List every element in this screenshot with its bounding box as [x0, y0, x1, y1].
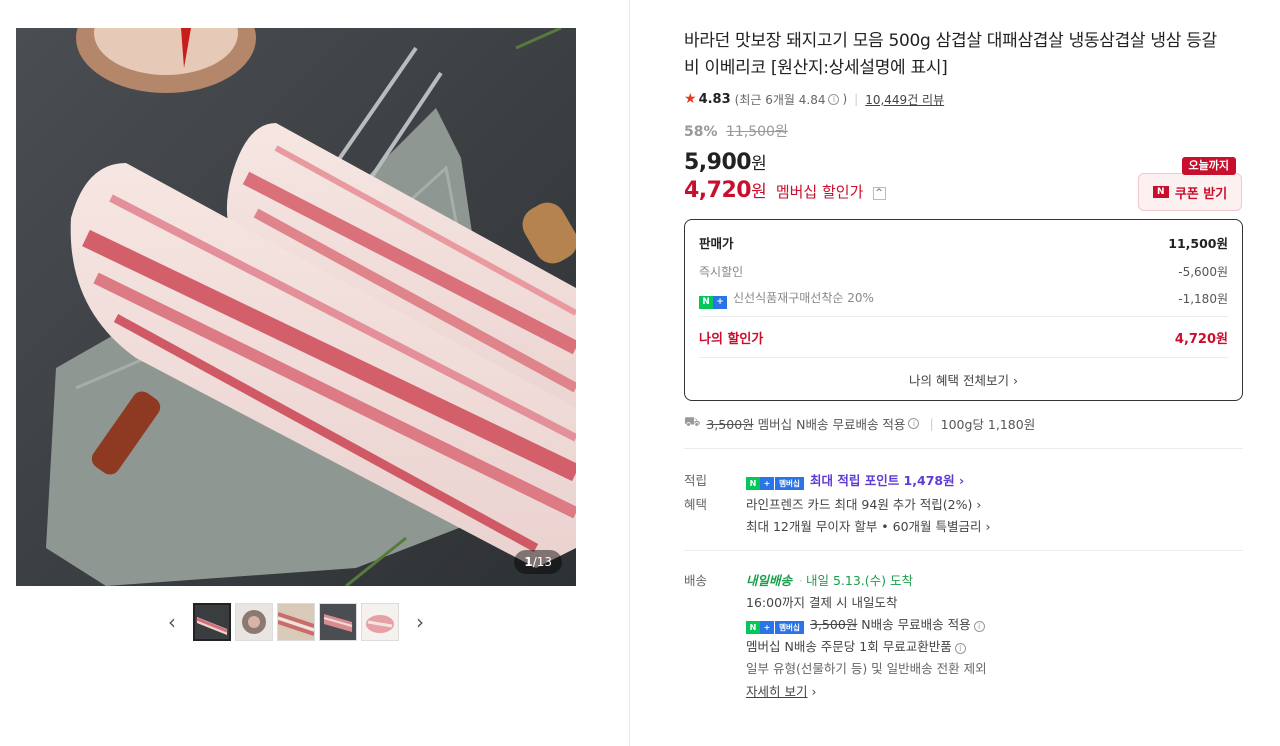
- product-gallery: 1/13 ‹ ›: [16, 28, 576, 641]
- thumbnail-3[interactable]: [277, 603, 315, 641]
- shipping-summary-text: 멤버십 N배송 무료배송 적용: [757, 416, 906, 432]
- delivery-label: 배송: [684, 573, 708, 588]
- thumbnail-5[interactable]: [361, 603, 399, 641]
- breakdown-fresh-label: 신선식품재구매선착순 20%: [733, 290, 874, 305]
- sale-price: 5,900: [684, 150, 752, 175]
- breakdown-instant-label: 즉시할인: [699, 265, 744, 279]
- breakdown-mine-value: 4,720원: [1174, 331, 1228, 347]
- price-breakdown-box: 판매가 11,500원 즉시할인 -5,600원 N + 신선식품재구매선착순 20…: [684, 219, 1243, 401]
- naver-plus-badge: N +: [699, 295, 727, 309]
- main-product-image[interactable]: 1/13: [16, 28, 576, 586]
- separator: |: [929, 415, 934, 431]
- breakdown-mine-row: 나의 할인가 4,720원: [699, 317, 1228, 357]
- delivery-section: 배송 내일배송 · 내일 5.13.(수) 도착 16:00까지 결제 시 내일도…: [684, 570, 1244, 703]
- member-price-label: 멤버십 할인가: [775, 183, 864, 201]
- breakdown-mine-label: 나의 할인가: [699, 331, 764, 347]
- benefits-label: 혜택: [684, 497, 708, 512]
- breakdown-instant-value: -5,600원: [1178, 265, 1228, 279]
- thumbnail-4[interactable]: [319, 603, 357, 641]
- thumb-next-arrow[interactable]: ›: [409, 603, 431, 641]
- breakdown-fresh-value: -1,180원: [1178, 292, 1228, 306]
- breakdown-fresh-row: N + 신선식품재구매선착순 20% -1,180원: [699, 285, 1228, 312]
- coupon-button[interactable]: N 쿠폰 받기: [1138, 173, 1242, 211]
- shipping-summary: ⛟ 3,500원 멤버십 N배송 무료배송 적용 i | 100g당 1,180원: [684, 414, 1244, 432]
- shipping-original-fee: 3,500원: [706, 416, 754, 432]
- membership-badge: N + 멤버십: [746, 477, 804, 490]
- thumbnail-1[interactable]: [193, 603, 231, 641]
- thumbnail-2[interactable]: [235, 603, 273, 641]
- rating-recent: (최근 6개월 4.84: [734, 92, 826, 107]
- thumb-prev-arrow[interactable]: ‹: [161, 603, 183, 641]
- delivery-cutoff: 16:00까지 결제 시 내일도착: [746, 595, 898, 610]
- chevron-up-icon[interactable]: ^: [872, 187, 886, 200]
- info-icon[interactable]: i: [908, 417, 920, 429]
- free-return-text: 멤버십 N배송 주문당 1회 무료교환반품: [746, 639, 952, 654]
- rating-row: ★ 4.83 (최근 6개월 4.84 i) | 10,449건 리뷰: [684, 90, 1244, 108]
- truck-icon: ⛟: [684, 414, 701, 430]
- points-label: 적립: [684, 473, 708, 488]
- today-only-badge: 오늘까지: [1181, 157, 1236, 175]
- next-day-delivery-badge: 내일배송: [746, 573, 793, 588]
- arrival-date: 내일 5.13.(수) 도착: [805, 573, 913, 588]
- delivery-details-link[interactable]: 자세히 보기: [746, 684, 807, 699]
- breakdown-sale-label: 판매가: [699, 235, 734, 251]
- free-shipping-text: N배송 무료배송 적용: [861, 617, 971, 632]
- column-divider: [629, 0, 630, 746]
- points-section: 적립 N + 멤버십 최대 적립 포인트 1,478원 ›: [684, 470, 1244, 492]
- divider: [684, 448, 1243, 449]
- breakdown-sale-row: 판매가 11,500원: [699, 220, 1228, 258]
- breakdown-sale-value: 11,500원: [1168, 235, 1228, 251]
- info-icon[interactable]: i: [954, 643, 966, 654]
- naver-n-icon: N: [1152, 186, 1169, 198]
- original-price-row: 58% 11,500원: [684, 121, 1244, 140]
- price-per-100g: 100g당 1,180원: [940, 416, 1036, 432]
- member-price: 4,720: [684, 178, 752, 203]
- review-count-link[interactable]: 10,449건 리뷰: [865, 91, 944, 108]
- chevron-right-icon: ›: [811, 684, 817, 699]
- sale-price-unit: 원: [751, 154, 767, 174]
- star-icon: ★: [684, 91, 697, 107]
- view-all-benefits-link[interactable]: 나의 혜택 전체보기 ›: [699, 358, 1228, 400]
- separator: |: [854, 92, 859, 106]
- delivery-original-fee: 3,500원: [810, 617, 858, 632]
- divider: [684, 550, 1243, 551]
- member-price-unit: 원: [751, 182, 767, 202]
- delivery-exclusion: 일부 유형(선물하기 등) 및 일반배송 전환 제외: [746, 661, 987, 676]
- rating-score: 4.83: [698, 91, 731, 107]
- original-price: 11,500원: [725, 124, 788, 140]
- image-counter: 1/13: [514, 550, 562, 574]
- max-points-link[interactable]: 최대 적립 포인트 1,478원 ›: [810, 473, 964, 488]
- card-benefit-link[interactable]: 라인프렌즈 카드 최대 94원 추가 적립(2%) ›: [746, 494, 991, 516]
- rating-recent-close: ): [842, 92, 848, 106]
- pork-belly-photo: [16, 28, 576, 586]
- breakdown-instant-row: 즉시할인 -5,600원: [699, 258, 1228, 285]
- coupon-label: 쿠폰 받기: [1174, 186, 1228, 202]
- sale-price-row: 5,900원: [684, 149, 1244, 175]
- info-icon[interactable]: i: [973, 621, 985, 632]
- product-info: 바라던 맛보장 돼지고기 모음 500g 삼겹살 대패삼겹살 냉동삼겹살 냉삼 …: [684, 28, 1244, 703]
- info-icon[interactable]: i: [828, 93, 840, 105]
- thumbnail-strip: ‹ ›: [16, 602, 576, 642]
- product-title: 바라던 맛보장 돼지고기 모음 500g 삼겹살 대패삼겹살 냉동삼겹살 냉삼 …: [684, 31, 1217, 78]
- membership-badge: N + 멤버십: [746, 621, 804, 634]
- installment-benefit-link[interactable]: 최대 12개월 무이자 할부 • 60개월 특별금리 ›: [746, 516, 991, 538]
- coupon-area: N 쿠폰 받기 오늘까지: [1138, 157, 1242, 213]
- benefits-section: 혜택 라인프렌즈 카드 최대 94원 추가 적립(2%) › 최대 12개월 무…: [684, 494, 1244, 538]
- discount-percent: 58%: [684, 124, 718, 140]
